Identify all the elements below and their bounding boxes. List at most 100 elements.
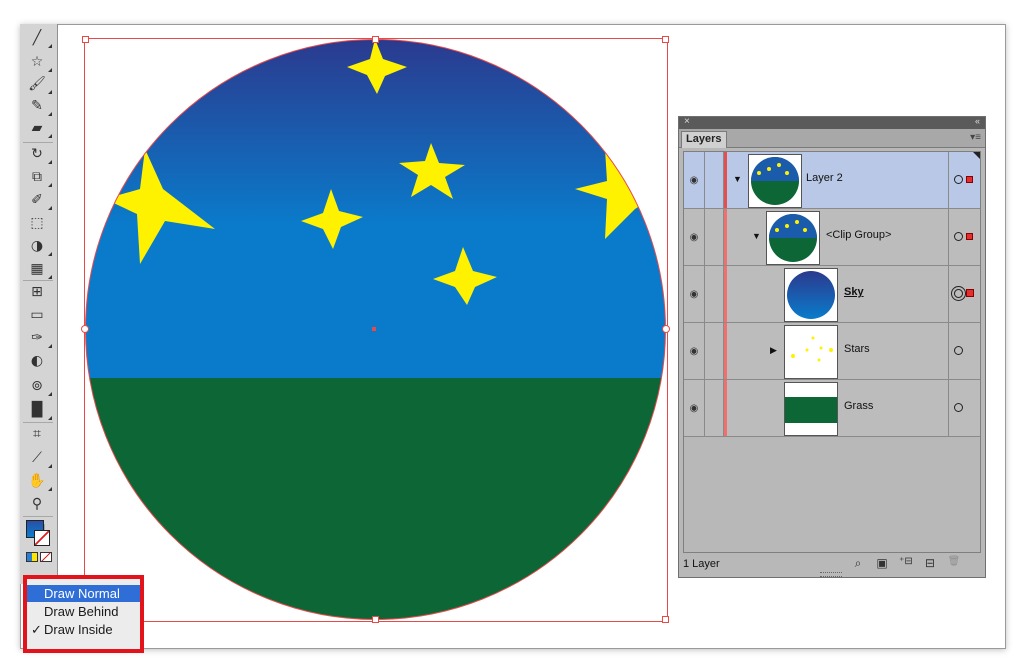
panel-menu-icon[interactable]: ▾≡ (970, 132, 981, 143)
layer-thumbnail (766, 211, 820, 265)
slice-tool-icon[interactable]: ⟋ (24, 448, 52, 468)
make-clipping-mask-icon[interactable]: ▣ (875, 556, 889, 570)
draw-behind-option[interactable]: Draw Behind (27, 603, 140, 620)
scale-tool-icon[interactable]: ⧉ (24, 167, 52, 187)
draw-normal-option[interactable]: Draw Normal (27, 585, 140, 602)
checkmark-icon: ✓ (31, 622, 42, 637)
anchor-point-handle[interactable] (81, 325, 89, 333)
lock-toggle[interactable] (705, 209, 724, 265)
selection-indicator[interactable] (966, 289, 974, 297)
resize-handle[interactable] (662, 616, 669, 623)
target-icon[interactable] (954, 346, 963, 355)
hand-tool-icon[interactable]: ✋ (24, 471, 52, 491)
layers-list: ◉ ▼ Layer 2 ◉ ▼ <Clip Group> ◉ Sky ◉ ▶ S… (683, 151, 981, 553)
panel-title-bar[interactable]: × « (679, 116, 985, 129)
paintbrush-tool-icon[interactable]: 🖌 (24, 74, 52, 94)
layers-panel: × « Layers ▾≡ ◉ ▼ Layer 2 ◉ ▼ <Clip Grou… (678, 116, 986, 578)
perspective-grid-tool-icon[interactable]: ▦ (24, 259, 52, 279)
layer-row-stars[interactable]: ◉ ▶ Stars (684, 323, 980, 380)
eye-icon[interactable]: ◉ (684, 266, 705, 322)
lock-toggle[interactable] (705, 380, 724, 436)
star-tool-icon[interactable]: ☆ (24, 52, 52, 72)
panel-footer: 1 Layer ⌕ ▣ ⁺⊟ ⊟ 🗑 (679, 553, 985, 577)
target-column (948, 380, 949, 436)
lock-toggle[interactable] (705, 266, 724, 322)
target-column (948, 323, 949, 379)
shape-builder-tool-icon[interactable]: ◑ (24, 236, 52, 256)
layer-row-clip-group[interactable]: ◉ ▼ <Clip Group> (684, 209, 980, 266)
line-segment-tool-icon[interactable]: ╱ (24, 28, 52, 48)
selection-indicator[interactable] (966, 176, 973, 183)
target-column (948, 266, 949, 322)
draw-mode-menu: Draw Normal Draw Behind ✓ Draw Inside (23, 575, 144, 653)
blend-tool-icon[interactable]: ◐ (24, 351, 50, 371)
zoom-tool-icon[interactable]: ⚲ (24, 494, 50, 514)
target-icon[interactable] (954, 289, 963, 298)
symbol-sprayer-tool-icon[interactable]: ⊚ (24, 376, 52, 396)
tab-layers[interactable]: Layers (681, 131, 727, 148)
layer-row-layer-2[interactable]: ◉ ▼ Layer 2 (684, 152, 980, 209)
collapse-icon[interactable]: « (975, 116, 980, 126)
rotate-tool-icon[interactable]: ↻ (24, 144, 52, 164)
blob-brush-tool-icon[interactable]: ✎ (24, 96, 52, 116)
gradient-tool-icon[interactable]: ▭ (24, 305, 50, 325)
new-layer-icon[interactable]: ⊟ (923, 556, 937, 570)
eye-icon[interactable]: ◉ (684, 152, 705, 208)
artboard-tool-icon[interactable]: ⌗ (24, 424, 50, 444)
draw-mode-label: Draw Inside (44, 622, 113, 637)
layer-thumbnail (748, 154, 802, 208)
layer-color-bar (724, 266, 727, 322)
layer-color-bar (724, 380, 727, 436)
expand-triangle-icon[interactable]: ▼ (733, 174, 742, 184)
new-sublayer-icon[interactable]: ⁺⊟ (899, 556, 913, 567)
delete-layer-icon[interactable]: 🗑 (947, 556, 961, 567)
none-color-button[interactable] (40, 552, 52, 562)
tools-divider (23, 422, 53, 423)
resize-grip[interactable] (820, 572, 842, 577)
center-point (372, 327, 376, 331)
resize-handle[interactable] (82, 36, 89, 43)
anchor-point-handle[interactable] (662, 325, 670, 333)
layer-name[interactable]: Layer 2 (806, 172, 843, 184)
resize-handle[interactable] (372, 616, 379, 623)
layer-name[interactable]: <Clip Group> (826, 229, 891, 241)
panel-tab-bar: Layers ▾≡ (679, 129, 985, 148)
lock-toggle[interactable] (705, 323, 724, 379)
layer-row-grass[interactable]: ◉ Grass (684, 380, 980, 437)
layer-name[interactable]: Sky (844, 286, 864, 298)
draw-mode-label: Draw Normal (44, 586, 120, 601)
eye-icon[interactable]: ◉ (684, 323, 705, 379)
expand-triangle-icon[interactable]: ▼ (752, 231, 761, 241)
eraser-tool-icon[interactable]: ▰ (24, 118, 52, 138)
resize-handle[interactable] (662, 36, 669, 43)
layer-name[interactable]: Stars (844, 343, 870, 355)
draw-inside-option[interactable]: ✓ Draw Inside (27, 621, 140, 638)
layer-thumbnail (784, 268, 838, 322)
expand-triangle-icon[interactable]: ▶ (770, 345, 777, 356)
target-icon[interactable] (954, 175, 963, 184)
stroke-swatch[interactable] (34, 530, 50, 546)
tools-divider (23, 142, 53, 143)
target-column (948, 209, 949, 265)
eye-icon[interactable]: ◉ (684, 380, 705, 436)
warp-tool-icon[interactable]: ✐ (24, 190, 52, 210)
color-gradient-button[interactable] (26, 552, 38, 562)
lock-toggle[interactable] (705, 152, 724, 208)
eye-icon[interactable]: ◉ (684, 209, 705, 265)
free-transform-tool-icon[interactable]: ⬚ (24, 213, 50, 233)
eyedropper-tool-icon[interactable]: ✑ (24, 328, 52, 348)
locate-object-icon[interactable]: ⌕ (851, 556, 865, 571)
current-layer-indicator (973, 152, 980, 159)
column-graph-tool-icon[interactable]: ▐▌ (24, 400, 52, 420)
layer-color-bar (724, 152, 727, 208)
mesh-tool-icon[interactable]: ⊞ (24, 282, 50, 302)
target-icon[interactable] (954, 232, 963, 241)
layer-name[interactable]: Grass (844, 400, 873, 412)
target-icon[interactable] (954, 403, 963, 412)
selection-indicator[interactable] (966, 233, 973, 240)
resize-handle[interactable] (372, 36, 379, 43)
close-icon[interactable]: × (684, 116, 690, 127)
layer-color-bar (724, 209, 727, 265)
layer-count: 1 Layer (683, 558, 720, 570)
layer-row-sky[interactable]: ◉ Sky (684, 266, 980, 323)
